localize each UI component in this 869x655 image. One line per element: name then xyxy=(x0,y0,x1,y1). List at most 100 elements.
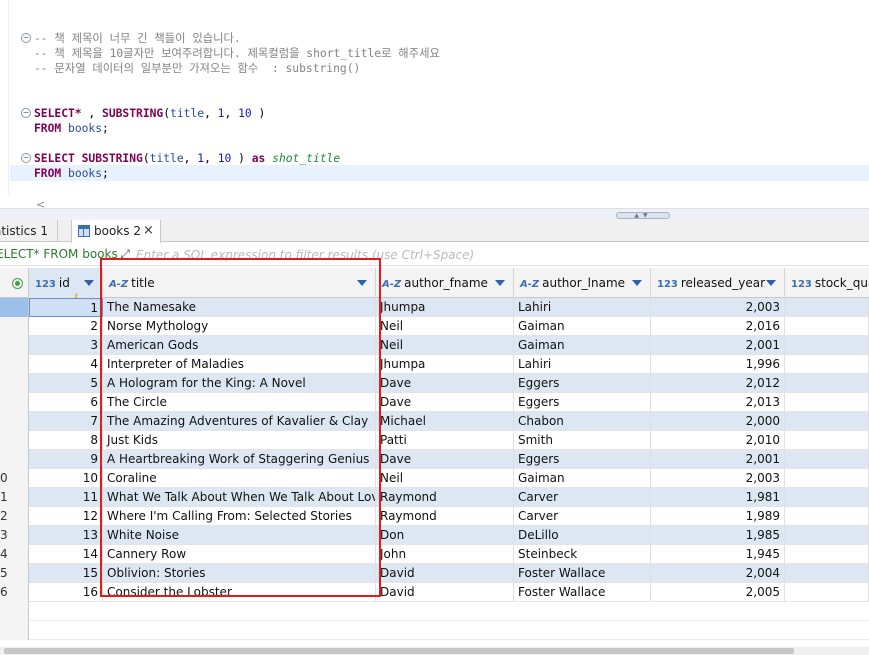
cell-author-lname[interactable]: Gaiman xyxy=(514,317,651,336)
cell-id[interactable]: 15 xyxy=(29,564,103,583)
cell-id[interactable]: 14 xyxy=(29,545,103,564)
table-row[interactable]: 3 13 White Noise Don DeLillo 1,985 xyxy=(0,526,869,545)
column-header-id[interactable]: 123 id ⚷ xyxy=(29,268,103,298)
cell-id[interactable]: 10 xyxy=(29,469,103,488)
cell-title[interactable]: Cannery Row xyxy=(103,545,376,564)
table-row[interactable]: 3 American Gods Neil Gaiman 2,001 xyxy=(0,336,869,355)
row-number-cell[interactable]: 2 xyxy=(0,507,29,526)
horizontal-scrollbar[interactable] xyxy=(0,647,869,655)
row-number-cell[interactable]: 3 xyxy=(0,526,29,545)
cell-stock-quantity[interactable] xyxy=(785,564,869,583)
sort-dropdown-icon[interactable] xyxy=(357,280,367,286)
filter-input[interactable] xyxy=(136,245,869,264)
cell-title[interactable]: The Circle xyxy=(103,393,376,412)
cell-title[interactable]: White Noise xyxy=(103,526,376,545)
cell-stock-quantity[interactable] xyxy=(785,431,869,450)
cell-id[interactable]: 1 xyxy=(29,298,103,317)
cell-author-lname[interactable]: Chabon xyxy=(514,412,651,431)
cell-title[interactable]: Consider the Lobster xyxy=(103,583,376,602)
fold-toggle-icon[interactable]: − xyxy=(21,33,31,43)
cell-author-fname[interactable]: Neil xyxy=(376,469,514,488)
cell-author-lname[interactable]: Smith xyxy=(514,431,651,450)
cell-author-fname[interactable]: David xyxy=(376,564,514,583)
select-all-icon[interactable] xyxy=(12,278,23,289)
table-row[interactable]: 1 The Namesake Jhumpa Lahiri 2,003 xyxy=(0,298,869,317)
cell-author-lname[interactable]: Foster Wallace xyxy=(514,564,651,583)
table-row[interactable]: 7 The Amazing Adventures of Kavalier & Cl… xyxy=(0,412,869,431)
cell-author-lname[interactable]: Gaiman xyxy=(514,336,651,355)
cell-stock-quantity[interactable] xyxy=(785,583,869,602)
row-number-cell[interactable]: 6 xyxy=(0,583,29,602)
cell-released-year[interactable]: 1,985 xyxy=(651,526,785,545)
row-number-cell[interactable] xyxy=(0,374,29,393)
cell-stock-quantity[interactable] xyxy=(785,298,869,317)
cell-author-fname[interactable]: Don xyxy=(376,526,514,545)
cell-stock-quantity[interactable] xyxy=(785,450,869,469)
cell-author-lname[interactable]: Carver xyxy=(514,507,651,526)
sql-editor[interactable]: − -- 책 제목이 너무 긴 책들이 있습니다. -- 책 제목을 10글자만… xyxy=(0,0,869,212)
cell-title[interactable]: Where I'm Calling From: Selected Stories xyxy=(103,507,376,526)
cell-author-lname[interactable]: Steinbeck xyxy=(514,545,651,564)
row-number-cell[interactable] xyxy=(0,393,29,412)
cell-id[interactable]: 5 xyxy=(29,374,103,393)
cell-author-lname[interactable]: Lahiri xyxy=(514,355,651,374)
cell-title[interactable]: The Amazing Adventures of Kavalier & Cla… xyxy=(103,412,376,431)
cell-author-lname[interactable]: Lahiri xyxy=(514,298,651,317)
cell-id[interactable]: 11 xyxy=(29,488,103,507)
cell-id[interactable]: 6 xyxy=(29,393,103,412)
cell-stock-quantity[interactable] xyxy=(785,393,869,412)
cell-author-fname[interactable]: Raymond xyxy=(376,507,514,526)
cell-id[interactable]: 8 xyxy=(29,431,103,450)
expand-icon[interactable]: ⤢ xyxy=(117,247,133,261)
cell-stock-quantity[interactable] xyxy=(785,507,869,526)
cell-author-fname[interactable]: David xyxy=(376,583,514,602)
row-number-cell[interactable] xyxy=(0,355,29,374)
column-header-released-year[interactable]: 123 released_year xyxy=(651,268,785,298)
cell-released-year[interactable]: 2,001 xyxy=(651,336,785,355)
sort-dropdown-icon[interactable] xyxy=(495,280,505,286)
panel-splitter[interactable]: ▲▼ xyxy=(0,208,869,220)
table-row[interactable]: 5A Hologram for the King: A Novel Dave Egg… xyxy=(0,374,869,393)
cell-released-year[interactable]: 1,996 xyxy=(651,355,785,374)
scrollbar-thumb[interactable] xyxy=(4,648,794,654)
cell-author-fname[interactable]: Dave xyxy=(376,393,514,412)
tab-books[interactable]: books 2 × xyxy=(71,220,161,243)
row-number-cell[interactable] xyxy=(0,412,29,431)
table-row[interactable]: 0 10 Coraline Neil Gaiman 2,003 xyxy=(0,469,869,488)
tab-statistics[interactable]: atistics 1 xyxy=(0,220,58,242)
cell-released-year[interactable]: 2,012 xyxy=(651,374,785,393)
cell-id[interactable]: 4 xyxy=(29,355,103,374)
splitter-handle-icon[interactable]: ▲▼ xyxy=(616,212,670,219)
cell-author-fname[interactable]: Michael xyxy=(376,412,514,431)
column-header-title[interactable]: A-Z title xyxy=(103,268,376,298)
cell-author-fname[interactable]: Raymond xyxy=(376,488,514,507)
cell-author-lname[interactable]: Eggers xyxy=(514,393,651,412)
fold-toggle-icon[interactable]: − xyxy=(21,153,31,163)
cell-title[interactable]: The Namesake xyxy=(103,298,376,317)
cell-stock-quantity[interactable] xyxy=(785,317,869,336)
cell-released-year[interactable]: 1,945 xyxy=(651,545,785,564)
result-grid[interactable]: 123 id ⚷ A-Z title A-Z author_fname A-Z auth… xyxy=(0,268,869,655)
cell-released-year[interactable]: 2,001 xyxy=(651,450,785,469)
column-header-author-lname[interactable]: A-Z author_lname xyxy=(514,268,651,298)
cell-author-fname[interactable]: Jhumpa xyxy=(376,298,514,317)
cell-author-lname[interactable]: Gaiman xyxy=(514,469,651,488)
cell-stock-quantity[interactable] xyxy=(785,469,869,488)
cell-id[interactable]: 9 xyxy=(29,450,103,469)
cell-title[interactable]: Just Kids xyxy=(103,431,376,450)
cell-released-year[interactable]: 2,016 xyxy=(651,317,785,336)
cell-released-year[interactable]: 2,005 xyxy=(651,583,785,602)
row-number-cell[interactable] xyxy=(0,317,29,336)
table-row[interactable]: 8 Just Kids Patti Smith 2,010 xyxy=(0,431,869,450)
cell-author-fname[interactable]: Neil xyxy=(376,317,514,336)
row-number-header[interactable] xyxy=(0,268,29,298)
cell-released-year[interactable]: 2,013 xyxy=(651,393,785,412)
cell-author-lname[interactable]: Eggers xyxy=(514,374,651,393)
column-header-stock-quantity[interactable]: 123stock_quan xyxy=(785,268,869,298)
cell-title[interactable]: A Hologram for the King: A Novel xyxy=(103,374,376,393)
cell-stock-quantity[interactable] xyxy=(785,412,869,431)
row-number-cell[interactable]: 4 xyxy=(0,545,29,564)
cell-title[interactable]: American Gods xyxy=(103,336,376,355)
cell-id[interactable]: 12 xyxy=(29,507,103,526)
cell-stock-quantity[interactable] xyxy=(785,336,869,355)
